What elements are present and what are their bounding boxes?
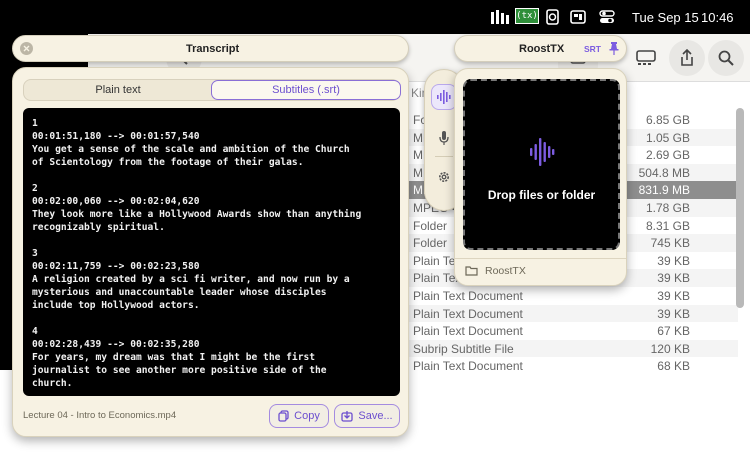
output-folder[interactable]: RoostTX — [465, 265, 526, 277]
roost-titlebar[interactable]: RoostTX SRT — [454, 35, 627, 62]
transcript-titlebar[interactable]: Transcript — [12, 35, 409, 62]
size-cell: 39 KB — [657, 271, 690, 286]
kind-cell: Folder — [413, 218, 448, 233]
table-row[interactable]: Subrip Subtitle File 120 KB — [408, 339, 738, 358]
size-cell: 39 KB — [657, 253, 690, 268]
drop-label: Drop files or folder — [487, 188, 596, 202]
display-icon[interactable] — [570, 9, 586, 25]
gear-icon — [439, 172, 449, 182]
copy-label: Copy — [294, 410, 320, 422]
copy-button[interactable]: Copy — [269, 404, 329, 428]
close-icon[interactable] — [20, 42, 33, 55]
tab-subtitles-srt[interactable]: Subtitles (.srt) — [211, 80, 401, 100]
size-cell: 504.8 MB — [638, 165, 690, 180]
size-cell: 2.69 GB — [645, 148, 690, 163]
menubar-time: 10:46 — [701, 10, 734, 25]
finder-scrollbar[interactable] — [736, 108, 744, 308]
size-cell: 67 KB — [657, 324, 690, 339]
search-button[interactable] — [708, 40, 744, 76]
kind-cell: Subrip Subtitle File — [413, 341, 514, 356]
size-cell: 831.9 MB — [638, 183, 690, 198]
control-center-icon[interactable] — [599, 9, 615, 25]
format-segmented-control: Plain text Subtitles (.srt) — [23, 79, 401, 101]
size-cell: 120 KB — [650, 341, 690, 356]
transcript-title: Transcript — [186, 43, 240, 55]
kind-cell: Plain Text Document — [413, 359, 523, 370]
size-cell: 39 KB — [657, 289, 690, 303]
folder-icon — [465, 266, 478, 276]
sidebar-divider — [435, 156, 453, 157]
table-row[interactable]: Plain Text Document 68 KB — [408, 357, 738, 370]
pin-icon[interactable] — [609, 42, 619, 60]
transcript-content: 1 00:01:51,180 --> 00:01:57,540 You get … — [32, 118, 362, 389]
kind-cell: Plain Text Document — [413, 306, 523, 321]
size-cell: 8.31 GB — [645, 218, 690, 233]
table-row[interactable]: Plain Text Document 67 KB — [408, 322, 738, 340]
kind-cell: Plain Text Document — [413, 289, 523, 303]
table-row[interactable]: Plain Text Document 39 KB — [408, 287, 738, 305]
transcript-text-area[interactable]: 1 00:01:51,180 --> 00:01:57,540 You get … — [23, 108, 400, 396]
save-button[interactable]: Save... — [334, 404, 400, 428]
script-icon[interactable] — [546, 9, 560, 25]
waveform-icon — [437, 90, 451, 104]
waveform-icon — [530, 138, 555, 166]
save-icon — [341, 411, 354, 422]
format-badge[interactable]: SRT — [584, 44, 601, 54]
copy-icon — [278, 410, 289, 422]
roost-divider — [455, 258, 626, 259]
save-label: Save... — [358, 410, 393, 422]
source-file-name: Lecture 04 - Intro to Economics.mp4 — [23, 410, 177, 421]
kind-cell: Plain Text Document — [413, 324, 523, 339]
menu-bar: (tx) Tue Sep 15 10:46 — [0, 0, 750, 34]
table-row[interactable]: Plain Text Document 39 KB — [408, 304, 738, 323]
transcript-window: Plain text Subtitles (.srt) 1 00:01:51,1… — [12, 67, 409, 437]
wifi-bars-icon[interactable] — [490, 9, 510, 25]
roost-window: Drop files or folder RoostTX — [454, 68, 627, 286]
size-cell: 39 KB — [657, 306, 690, 321]
share-button[interactable] — [669, 40, 705, 76]
size-cell: 1.78 GB — [645, 201, 690, 215]
kind-cell: Folder — [413, 236, 448, 251]
gallery-view-button[interactable] — [628, 40, 664, 76]
output-folder-label: RoostTX — [485, 265, 526, 277]
tab-plain-text[interactable]: Plain text — [24, 80, 212, 100]
size-cell: 1.05 GB — [645, 130, 690, 145]
tx-app-icon[interactable]: (tx) — [515, 8, 539, 24]
drop-zone[interactable]: Drop files or folder — [463, 79, 620, 250]
roost-title: RoostTX — [519, 43, 565, 55]
menubar-date: Tue Sep 15 — [632, 10, 699, 25]
size-cell: 745 KB — [650, 236, 690, 251]
microphone-icon — [439, 130, 449, 145]
size-cell: 6.85 GB — [645, 113, 690, 127]
size-cell: 68 KB — [657, 359, 690, 370]
